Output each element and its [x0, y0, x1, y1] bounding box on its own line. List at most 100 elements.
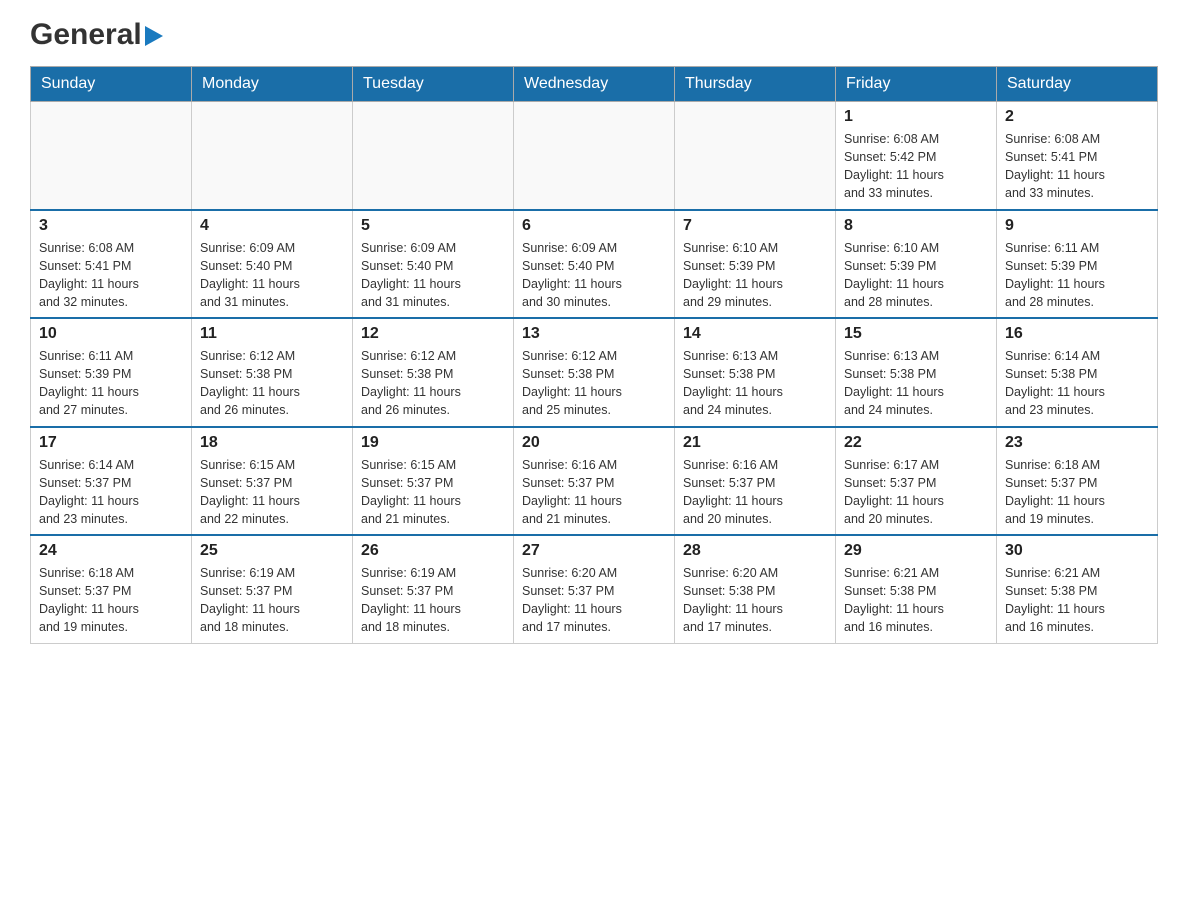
calendar-cell: 14 Sunrise: 6:13 AM Sunset: 5:38 PM Dayli… [675, 318, 836, 427]
day-info: Sunrise: 6:12 AM Sunset: 5:38 PM Dayligh… [522, 347, 666, 420]
day-number: 22 [844, 434, 988, 452]
calendar-cell: 9Sunrise: 6:11 AM Sunset: 5:39 PM Daylig… [997, 210, 1158, 319]
day-number: 12 [361, 325, 505, 343]
day-info: Sunrise: 6:16 AM Sunset: 5:37 PM Dayligh… [683, 456, 827, 529]
day-number: 18 [200, 434, 344, 452]
calendar-header-wednesday: Wednesday [514, 67, 675, 102]
calendar-header-friday: Friday [836, 67, 997, 102]
calendar-cell [514, 102, 675, 210]
day-number: 21 [683, 434, 827, 452]
day-info: Sunrise: 6:13 AM Sunset: 5:38 PM Dayligh… [844, 347, 988, 420]
day-number: 9 [1005, 217, 1149, 235]
calendar-cell: 15 Sunrise: 6:13 AM Sunset: 5:38 PM Dayli… [836, 318, 997, 427]
day-number: 17 [39, 434, 183, 452]
day-info: Sunrise: 6:19 AM Sunset: 5:37 PM Dayligh… [361, 564, 505, 637]
day-info: Sunrise: 6:21 AM Sunset: 5:38 PM Dayligh… [1005, 564, 1149, 637]
calendar-cell [353, 102, 514, 210]
calendar-cell [192, 102, 353, 210]
calendar-cell: 21 Sunrise: 6:16 AM Sunset: 5:37 PM Dayli… [675, 427, 836, 536]
calendar-cell: 3 Sunrise: 6:08 AM Sunset: 5:41 PM Daylig… [31, 210, 192, 319]
day-number: 4 [200, 217, 344, 235]
day-info: Sunrise: 6:12 AM Sunset: 5:38 PM Dayligh… [361, 347, 505, 420]
day-number: 20 [522, 434, 666, 452]
day-number: 29 [844, 542, 988, 560]
calendar-cell: 5 Sunrise: 6:09 AM Sunset: 5:40 PM Daylig… [353, 210, 514, 319]
calendar-cell: 26 Sunrise: 6:19 AM Sunset: 5:37 PM Dayli… [353, 535, 514, 643]
day-info: Sunrise: 6:20 AM Sunset: 5:38 PM Dayligh… [683, 564, 827, 637]
calendar-cell: 13 Sunrise: 6:12 AM Sunset: 5:38 PM Dayli… [514, 318, 675, 427]
day-info: Sunrise: 6:16 AM Sunset: 5:37 PM Dayligh… [522, 456, 666, 529]
calendar-cell: 8Sunrise: 6:10 AM Sunset: 5:39 PM Daylig… [836, 210, 997, 319]
calendar-cell: 29 Sunrise: 6:21 AM Sunset: 5:38 PM Dayli… [836, 535, 997, 643]
logo: General [30, 20, 163, 50]
logo-general-text: General [30, 20, 142, 50]
day-number: 14 [683, 325, 827, 343]
day-info: Sunrise: 6:09 AM Sunset: 5:40 PM Dayligh… [200, 239, 344, 312]
day-number: 16 [1005, 325, 1149, 343]
calendar-cell [675, 102, 836, 210]
calendar-cell: 27 Sunrise: 6:20 AM Sunset: 5:37 PM Dayli… [514, 535, 675, 643]
day-number: 13 [522, 325, 666, 343]
calendar-cell: 17 Sunrise: 6:14 AM Sunset: 5:37 PM Dayli… [31, 427, 192, 536]
calendar-week-3: 10Sunrise: 6:11 AM Sunset: 5:39 PM Dayli… [31, 318, 1158, 427]
calendar-header-saturday: Saturday [997, 67, 1158, 102]
calendar-cell: 28 Sunrise: 6:20 AM Sunset: 5:38 PM Dayli… [675, 535, 836, 643]
calendar-cell: 19Sunrise: 6:15 AM Sunset: 5:37 PM Dayli… [353, 427, 514, 536]
day-number: 28 [683, 542, 827, 560]
day-number: 11 [200, 325, 344, 343]
calendar-header-tuesday: Tuesday [353, 67, 514, 102]
day-number: 27 [522, 542, 666, 560]
calendar-cell: 10Sunrise: 6:11 AM Sunset: 5:39 PM Dayli… [31, 318, 192, 427]
day-info: Sunrise: 6:15 AM Sunset: 5:37 PM Dayligh… [200, 456, 344, 529]
calendar-cell: 2 Sunrise: 6:08 AM Sunset: 5:41 PM Daylig… [997, 102, 1158, 210]
day-info: Sunrise: 6:08 AM Sunset: 5:41 PM Dayligh… [39, 239, 183, 312]
calendar-cell: 7 Sunrise: 6:10 AM Sunset: 5:39 PM Daylig… [675, 210, 836, 319]
calendar-cell: 11Sunrise: 6:12 AM Sunset: 5:38 PM Dayli… [192, 318, 353, 427]
calendar-header-sunday: Sunday [31, 67, 192, 102]
calendar-week-5: 24Sunrise: 6:18 AM Sunset: 5:37 PM Dayli… [31, 535, 1158, 643]
day-number: 3 [39, 217, 183, 235]
day-info: Sunrise: 6:14 AM Sunset: 5:38 PM Dayligh… [1005, 347, 1149, 420]
calendar-cell: 6Sunrise: 6:09 AM Sunset: 5:40 PM Daylig… [514, 210, 675, 319]
calendar-cell: 1Sunrise: 6:08 AM Sunset: 5:42 PM Daylig… [836, 102, 997, 210]
calendar-cell: 18 Sunrise: 6:15 AM Sunset: 5:37 PM Dayli… [192, 427, 353, 536]
calendar-week-1: 1Sunrise: 6:08 AM Sunset: 5:42 PM Daylig… [31, 102, 1158, 210]
day-info: Sunrise: 6:10 AM Sunset: 5:39 PM Dayligh… [683, 239, 827, 312]
day-number: 15 [844, 325, 988, 343]
calendar-cell: 12 Sunrise: 6:12 AM Sunset: 5:38 PM Dayli… [353, 318, 514, 427]
day-info: Sunrise: 6:17 AM Sunset: 5:37 PM Dayligh… [844, 456, 988, 529]
day-info: Sunrise: 6:20 AM Sunset: 5:37 PM Dayligh… [522, 564, 666, 637]
day-number: 1 [844, 108, 988, 126]
calendar-header-row: SundayMondayTuesdayWednesdayThursdayFrid… [31, 67, 1158, 102]
day-info: Sunrise: 6:14 AM Sunset: 5:37 PM Dayligh… [39, 456, 183, 529]
day-number: 23 [1005, 434, 1149, 452]
day-info: Sunrise: 6:11 AM Sunset: 5:39 PM Dayligh… [39, 347, 183, 420]
day-info: Sunrise: 6:18 AM Sunset: 5:37 PM Dayligh… [1005, 456, 1149, 529]
day-info: Sunrise: 6:10 AM Sunset: 5:39 PM Dayligh… [844, 239, 988, 312]
calendar-table: SundayMondayTuesdayWednesdayThursdayFrid… [30, 66, 1158, 644]
calendar-cell: 25 Sunrise: 6:19 AM Sunset: 5:37 PM Dayli… [192, 535, 353, 643]
calendar-cell: 30 Sunrise: 6:21 AM Sunset: 5:38 PM Dayli… [997, 535, 1158, 643]
day-number: 7 [683, 217, 827, 235]
calendar-cell: 24Sunrise: 6:18 AM Sunset: 5:37 PM Dayli… [31, 535, 192, 643]
day-info: Sunrise: 6:09 AM Sunset: 5:40 PM Dayligh… [522, 239, 666, 312]
day-number: 24 [39, 542, 183, 560]
calendar-cell: 16 Sunrise: 6:14 AM Sunset: 5:38 PM Dayli… [997, 318, 1158, 427]
calendar-week-2: 3 Sunrise: 6:08 AM Sunset: 5:41 PM Daylig… [31, 210, 1158, 319]
day-number: 5 [361, 217, 505, 235]
calendar-header-monday: Monday [192, 67, 353, 102]
day-info: Sunrise: 6:08 AM Sunset: 5:41 PM Dayligh… [1005, 130, 1149, 203]
calendar-header-thursday: Thursday [675, 67, 836, 102]
day-info: Sunrise: 6:13 AM Sunset: 5:38 PM Dayligh… [683, 347, 827, 420]
day-info: Sunrise: 6:19 AM Sunset: 5:37 PM Dayligh… [200, 564, 344, 637]
day-number: 19 [361, 434, 505, 452]
day-info: Sunrise: 6:21 AM Sunset: 5:38 PM Dayligh… [844, 564, 988, 637]
day-info: Sunrise: 6:09 AM Sunset: 5:40 PM Dayligh… [361, 239, 505, 312]
day-number: 2 [1005, 108, 1149, 126]
day-number: 25 [200, 542, 344, 560]
calendar-cell: 20 Sunrise: 6:16 AM Sunset: 5:37 PM Dayli… [514, 427, 675, 536]
day-number: 30 [1005, 542, 1149, 560]
day-number: 26 [361, 542, 505, 560]
calendar-cell: 4 Sunrise: 6:09 AM Sunset: 5:40 PM Daylig… [192, 210, 353, 319]
calendar-week-4: 17 Sunrise: 6:14 AM Sunset: 5:37 PM Dayli… [31, 427, 1158, 536]
